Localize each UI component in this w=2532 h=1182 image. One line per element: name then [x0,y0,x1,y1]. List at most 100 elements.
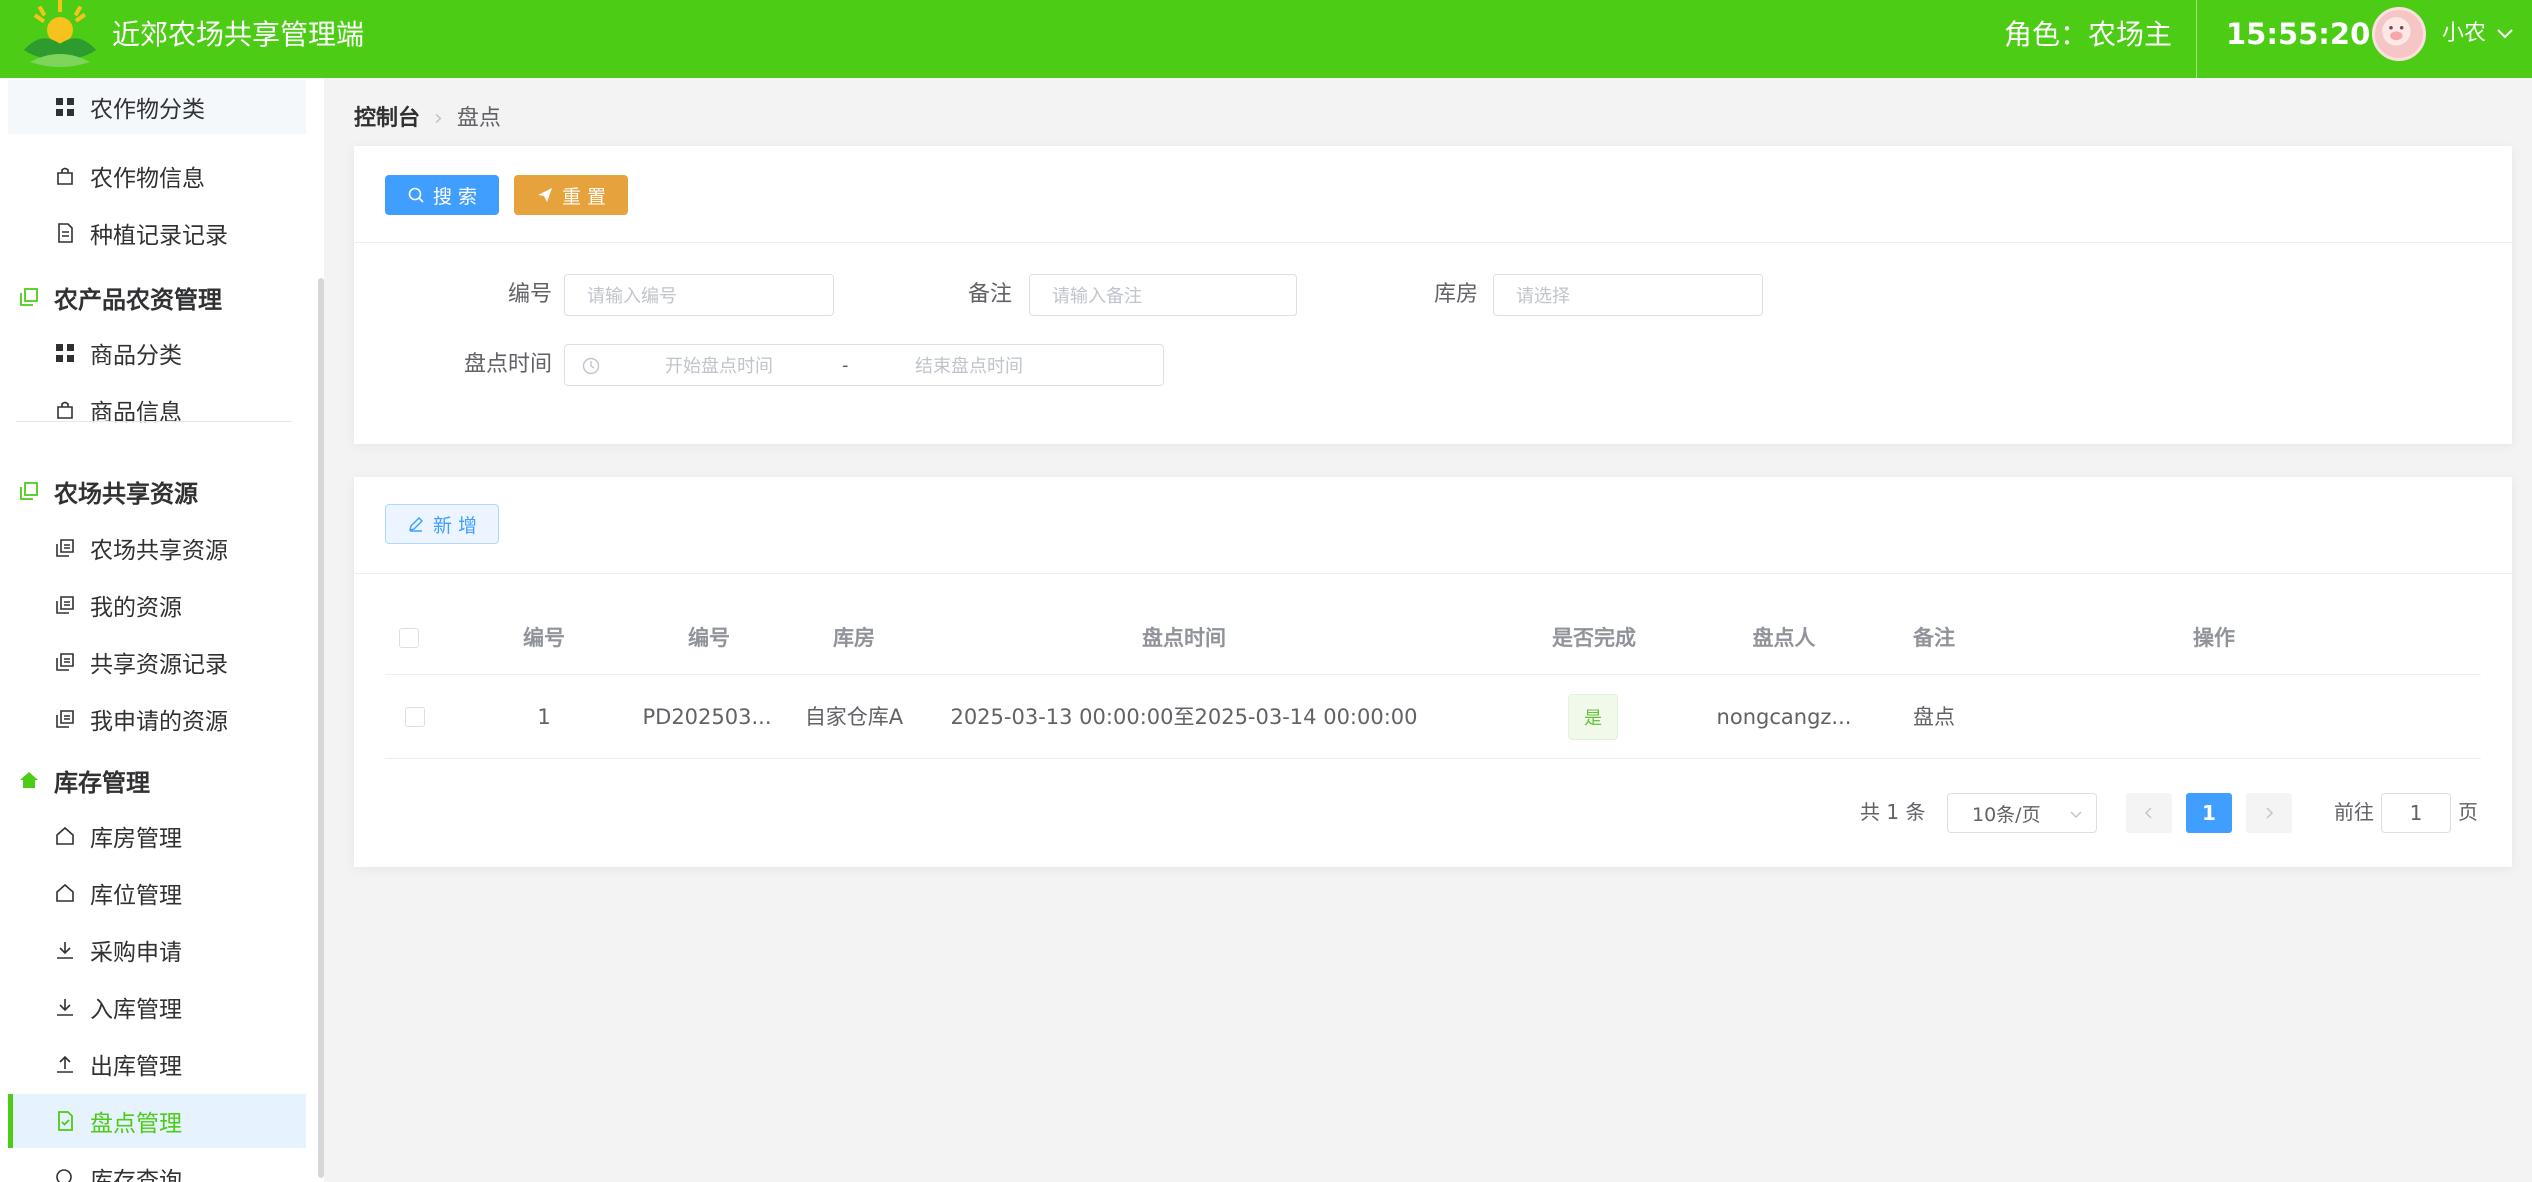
cell-time: 2025-03-13 00:00:00至2025-03-14 00:00:00 [950,705,1418,729]
page-suffix: 页 [2458,800,2478,824]
sidebar-item-label: 库存查询 [90,1168,182,1182]
sidebar-item-my-applications[interactable]: 我申请的资源 [8,692,306,746]
sidebar-divider [16,421,292,422]
time-label: 盘点时间 [463,352,552,377]
sidebar-group-shared-resources[interactable]: 农场共享资源 [0,464,306,518]
search-icon [56,1169,72,1182]
top-header: 近郊农场共享管理端 角色：农场主 15:55:20 小农 [0,0,2532,78]
sidebar-item-my-resources[interactable]: 我的资源 [8,578,306,632]
user-name[interactable]: 小农 [2442,18,2486,50]
sidebar-item-shared-resource-records[interactable]: 共享资源记录 [8,635,306,689]
chevron-left-icon [2144,807,2152,819]
sidebar-item-label: 共享资源记录 [90,652,228,678]
row-checkbox[interactable] [405,707,425,727]
sidebar-item-label: 商品分类 [90,343,182,369]
avatar-pig-icon [2382,17,2411,46]
sidebar-item-label: 农场共享资源 [90,538,228,564]
sidebar-group-label: 库存管理 [54,768,150,797]
time-range-picker[interactable]: 开始盘点时间 - 结束盘点时间 [564,344,1164,386]
sidebar-item-label: 盘点管理 [90,1111,182,1137]
search-button-label: 搜 索 [432,185,478,208]
remark-input[interactable]: 请输入备注 [1029,274,1297,316]
table-card: 新 增 编号 编号 库房 盘点时间 是否完成 盘点人 备注 操作 1 PD202… [354,477,2512,867]
sidebar-item-crop-info[interactable]: 农作物信息 [8,149,306,203]
grid-icon [56,98,74,116]
clock-icon [582,357,600,375]
house-icon [56,883,74,902]
chevron-down-icon [2070,811,2082,819]
range-separator: - [842,354,849,376]
column-header-operator: 盘点人 [1752,626,1816,650]
grid-icon [56,344,74,362]
prev-page-button[interactable] [2126,793,2172,833]
pagination-total: 共 1 条 [1860,800,1926,824]
app-title: 近郊农场共享管理端 [112,18,365,51]
warehouse-label: 库房 [1433,282,1478,307]
reset-button[interactable]: 重 置 [514,175,628,215]
bag-icon [57,167,73,185]
doc-check-icon [58,1111,73,1131]
warehouse-placeholder: 请选择 [1516,286,1570,307]
sidebar-item-label: 农作物信息 [90,166,205,192]
column-header-remark: 备注 [1913,626,1955,650]
home-icon [20,772,38,788]
sidebar-group-inventory[interactable]: 库存管理 [0,753,306,807]
warehouse-select[interactable]: 请选择 [1493,274,1763,316]
sidebar-item-planting-record[interactable]: 种植记录记录 [8,206,306,260]
remark-label: 备注 [967,282,1012,307]
table-header-line [385,674,2481,675]
copy-icon [56,596,74,614]
send-icon [537,188,552,202]
select-all-checkbox[interactable] [399,628,419,648]
search-button[interactable]: 搜 索 [385,175,499,215]
chevron-down-icon[interactable] [2494,22,2516,44]
edit-icon [409,517,423,532]
avatar[interactable] [2372,7,2426,61]
role-label: 角色：农场主 [2004,18,2173,51]
download-icon [57,942,73,959]
chevron-right-icon [2266,807,2274,819]
breadcrumb-home[interactable]: 控制台 [354,104,420,134]
sidebar-item-inbound-management[interactable]: 入库管理 [8,980,306,1034]
sidebar: 农作物分类 农作物信息 种植记录记录 农产品农资管理 商品分类 商品信息 农场共… [0,78,324,1182]
page-number-button[interactable]: 1 [2186,793,2232,833]
sidebar-item-purchase-request[interactable]: 采购申请 [8,923,306,977]
sidebar-item-outbound-management[interactable]: 出库管理 [8,1037,306,1091]
upload-icon [57,1055,73,1073]
sidebar-item-label: 出库管理 [90,1054,182,1080]
sidebar-item-location-management[interactable]: 库位管理 [8,866,306,920]
copy-icon [56,710,74,728]
sidebar-item-label: 采购申请 [90,940,182,966]
cell-remark: 盘点 [1913,705,1955,729]
code-placeholder: 请输入编号 [587,286,677,307]
sidebar-item-crop-category[interactable]: 农作物分类 [8,80,306,134]
download-icon [57,999,73,1016]
add-button[interactable]: 新 增 [385,504,499,544]
sidebar-item-label: 库房管理 [90,826,182,852]
status-badge: 是 [1568,694,1618,740]
sidebar-item-label: 我的资源 [90,595,182,621]
column-header-time: 盘点时间 [1142,626,1226,650]
sidebar-item-inventory-query[interactable]: 库存查询 [8,1151,306,1182]
sidebar-item-stocktake-management[interactable]: 盘点管理 [8,1094,306,1148]
sidebar-item-farm-shared-resources[interactable]: 农场共享资源 [8,521,306,575]
page-size-select[interactable]: 10条/页 [1947,793,2097,833]
next-page-button[interactable] [2246,793,2292,833]
sidebar-group-agri-products[interactable]: 农产品农资管理 [0,270,306,324]
sidebar-scrollbar[interactable] [318,278,324,1178]
sidebar-item-goods-category[interactable]: 商品分类 [8,326,306,380]
copy-icon [20,482,38,500]
goto-page-input[interactable]: 1 [2381,793,2451,833]
remark-placeholder: 请输入备注 [1052,286,1142,307]
sidebar-item-warehouse-management[interactable]: 库房管理 [8,809,306,863]
column-header-index: 编号 [523,626,565,650]
code-input[interactable]: 请输入编号 [564,274,834,316]
sidebar-item-label: 我申请的资源 [90,709,228,735]
add-button-label: 新 增 [432,514,478,537]
goto-label: 前往 [2334,800,2374,824]
start-time-placeholder[interactable]: 开始盘点时间 [665,352,773,378]
card-divider [354,242,2512,243]
breadcrumb: 控制台 › 盘点 [354,104,501,134]
end-time-placeholder[interactable]: 结束盘点时间 [915,352,1023,378]
sidebar-item-goods-info[interactable]: 商品信息 [8,383,306,437]
